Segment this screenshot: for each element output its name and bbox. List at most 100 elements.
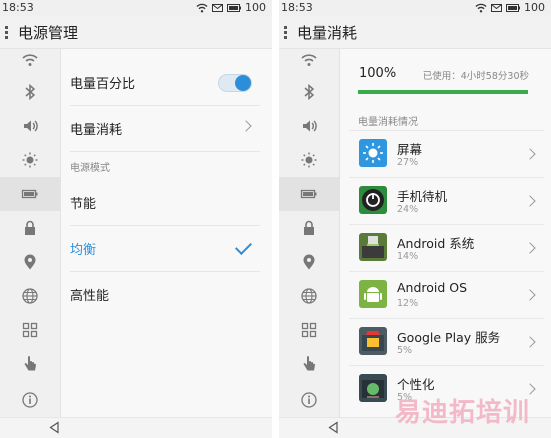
chevron-right-icon bbox=[524, 195, 536, 207]
chevron-right-icon bbox=[524, 148, 536, 160]
app-name: 屏幕 bbox=[397, 142, 423, 157]
power-usage-row[interactable]: 电量消耗 bbox=[70, 106, 260, 152]
battery-percentage-label: 电量百分比 bbox=[70, 77, 136, 92]
rail-language[interactable] bbox=[279, 279, 339, 313]
apps-grid-icon bbox=[301, 322, 317, 338]
power-mode-section-header: 电源模式 bbox=[70, 152, 260, 180]
menu-icon[interactable] bbox=[5, 26, 9, 39]
rail-gesture[interactable] bbox=[279, 347, 339, 381]
hand-gesture-icon bbox=[303, 356, 315, 371]
chevron-right-icon bbox=[524, 242, 536, 254]
wifi-status-icon bbox=[196, 3, 208, 12]
android-system-icon bbox=[359, 233, 387, 261]
sound-icon bbox=[303, 120, 317, 132]
app-name: Android 系统 bbox=[397, 236, 475, 251]
power-settings-list: 电量百分比 电量消耗 电源模式 节能 均衡 高性能 bbox=[70, 60, 260, 317]
rail-battery[interactable] bbox=[0, 177, 60, 211]
rail-wifi[interactable] bbox=[0, 49, 60, 71]
battery-status-icon bbox=[227, 3, 241, 12]
rail-security[interactable] bbox=[279, 211, 339, 245]
battery-percentage-row[interactable]: 电量百分比 bbox=[70, 60, 260, 106]
personalization-icon bbox=[359, 374, 387, 402]
rail-language[interactable] bbox=[0, 279, 60, 313]
mode-performance-row[interactable]: 高性能 bbox=[70, 272, 260, 317]
rail-about[interactable] bbox=[0, 383, 60, 417]
globe-icon bbox=[22, 288, 38, 304]
app-usage-percent: 27% bbox=[397, 157, 419, 168]
used-time-text: 已使用：4小时58分30秒 bbox=[422, 71, 529, 82]
app-usage-row[interactable]: Android 系统 14% bbox=[349, 224, 544, 271]
panel-divider bbox=[272, 0, 279, 438]
rail-wifi[interactable] bbox=[279, 49, 339, 71]
rail-battery[interactable] bbox=[279, 177, 339, 211]
status-time: 18:53 bbox=[281, 1, 313, 14]
status-time: 18:53 bbox=[2, 1, 34, 14]
settings-category-rail bbox=[279, 49, 340, 418]
rail-bluetooth[interactable] bbox=[0, 75, 60, 109]
watermark-text: 易迪拓培训 bbox=[395, 398, 531, 428]
brightness-icon bbox=[301, 152, 317, 168]
battery-icon bbox=[21, 189, 38, 199]
chevron-right-icon bbox=[524, 336, 536, 348]
check-icon bbox=[235, 238, 252, 255]
app-name: Google Play 服务 bbox=[397, 330, 501, 345]
rail-apps[interactable] bbox=[0, 313, 60, 347]
bluetooth-icon bbox=[25, 83, 36, 101]
rail-about[interactable] bbox=[279, 383, 339, 417]
location-icon bbox=[303, 254, 315, 270]
mail-status-icon bbox=[212, 3, 223, 12]
page-title: 电源管理 bbox=[18, 24, 79, 42]
mode-saving-row[interactable]: 节能 bbox=[70, 180, 260, 226]
power-usage-screen: 18:53 100 电量消耗 100% 已使用：4小时58分30秒 电量消耗情况… bbox=[279, 0, 551, 438]
power-mode-header-label: 电源模式 bbox=[70, 162, 110, 174]
power-usage-label: 电量消耗 bbox=[70, 123, 123, 138]
location-icon bbox=[24, 254, 36, 270]
bluetooth-icon bbox=[304, 83, 315, 101]
rail-gesture[interactable] bbox=[0, 347, 60, 381]
info-icon bbox=[301, 392, 317, 408]
app-usage-row[interactable]: 屏幕 27% bbox=[349, 130, 544, 177]
menu-icon[interactable] bbox=[284, 26, 288, 39]
app-usage-row[interactable]: Android OS 12% bbox=[349, 271, 544, 318]
status-bar: 18:53 100 bbox=[0, 0, 272, 16]
rail-location[interactable] bbox=[0, 245, 60, 279]
lock-icon bbox=[25, 220, 35, 235]
hand-gesture-icon bbox=[24, 356, 36, 371]
back-icon[interactable] bbox=[48, 421, 61, 434]
app-bar: 电量消耗 bbox=[279, 16, 551, 49]
toggle-knob bbox=[235, 75, 251, 91]
app-usage-percent: 5% bbox=[397, 345, 413, 356]
app-usage-list: 屏幕 27% 手机待机 24% Android 系统 14% Android OS 12% Go… bbox=[349, 130, 544, 412]
battery-status-icon bbox=[506, 3, 520, 12]
phone-standby-icon bbox=[359, 186, 387, 214]
power-management-screen: 18:53 100 电源管理 电量百分比 电量消耗 电源模式 节能 均衡 高性能 bbox=[0, 0, 272, 438]
mode-performance-label: 高性能 bbox=[70, 289, 110, 304]
brightness-icon bbox=[22, 152, 38, 168]
app-usage-row[interactable]: 手机待机 24% bbox=[349, 177, 544, 224]
rail-sound[interactable] bbox=[0, 109, 60, 143]
app-usage-row[interactable]: Google Play 服务 5% bbox=[349, 318, 544, 365]
apps-grid-icon bbox=[22, 322, 38, 338]
app-name: 个性化 bbox=[397, 377, 435, 392]
back-icon[interactable] bbox=[327, 421, 340, 434]
battery-level-text: 100 bbox=[524, 1, 545, 14]
rail-sound[interactable] bbox=[279, 109, 339, 143]
mode-balanced-row[interactable]: 均衡 bbox=[70, 226, 260, 272]
battery-percentage-toggle[interactable] bbox=[218, 74, 252, 92]
wifi-icon bbox=[301, 54, 317, 66]
rail-bluetooth[interactable] bbox=[279, 75, 339, 109]
rail-security[interactable] bbox=[0, 211, 60, 245]
rail-location[interactable] bbox=[279, 245, 339, 279]
app-name: Android OS bbox=[397, 280, 468, 295]
mail-status-icon bbox=[491, 3, 502, 12]
info-icon bbox=[22, 392, 38, 408]
app-usage-percent: 12% bbox=[397, 298, 419, 309]
rail-apps[interactable] bbox=[279, 313, 339, 347]
battery-level-text: 100 bbox=[245, 1, 266, 14]
app-usage-percent: 24% bbox=[397, 204, 419, 215]
settings-category-rail bbox=[0, 49, 61, 418]
rail-brightness[interactable] bbox=[0, 143, 60, 177]
battery-percent-value: 100% bbox=[359, 66, 397, 81]
app-usage-percent: 14% bbox=[397, 251, 419, 262]
rail-brightness[interactable] bbox=[279, 143, 339, 177]
